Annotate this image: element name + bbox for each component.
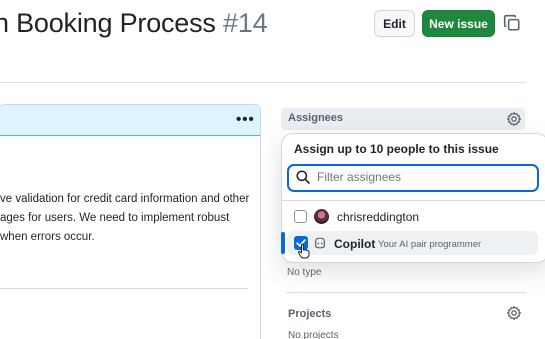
assignee-option-name[interactable]: chrisreddington xyxy=(337,210,419,224)
popover-title: Assign up to 10 people to this issue xyxy=(294,142,499,156)
comment-line: when errors occur. xyxy=(0,231,95,243)
issue-page: n Booking Process #14 Edit New issue •••… xyxy=(0,0,545,339)
issue-title-text: n Booking Process xyxy=(0,8,216,38)
gear-icon[interactable] xyxy=(506,111,522,127)
assignee-option-name[interactable]: Copilot xyxy=(334,237,375,251)
comment-header xyxy=(0,105,260,136)
comment-line: ages for users. We need to implement rob… xyxy=(0,212,230,224)
active-row-indicator xyxy=(281,232,285,254)
kebab-menu-icon[interactable]: ••• xyxy=(236,111,255,128)
comment-line: ve validation for credit card informatio… xyxy=(0,193,250,205)
comment-divider xyxy=(0,288,248,289)
gear-icon[interactable] xyxy=(506,305,522,321)
edit-button[interactable]: Edit xyxy=(374,10,415,37)
page-title: n Booking Process #14 xyxy=(0,8,268,39)
popover-divider xyxy=(281,200,545,201)
filter-placeholder: Filter assignees xyxy=(317,170,402,184)
checkbox-icon[interactable] xyxy=(294,210,307,223)
sidebar-divider xyxy=(286,292,526,293)
copy-icon[interactable] xyxy=(503,14,521,32)
assignee-option-description: Your AI pair programmer xyxy=(378,239,482,250)
copilot-icon xyxy=(315,237,325,249)
avatar xyxy=(314,209,329,224)
new-issue-button[interactable]: New issue xyxy=(422,10,495,37)
projects-value: No projects xyxy=(288,330,339,339)
issue-number: #14 xyxy=(223,8,268,38)
comment-body: ve validation for credit card informatio… xyxy=(0,190,262,247)
assignees-label: Assignees xyxy=(288,112,344,124)
header-divider xyxy=(0,82,526,83)
projects-label: Projects xyxy=(288,308,332,320)
search-icon xyxy=(296,170,310,184)
type-value: No type xyxy=(287,267,322,278)
pointer-cursor-icon xyxy=(298,243,310,259)
